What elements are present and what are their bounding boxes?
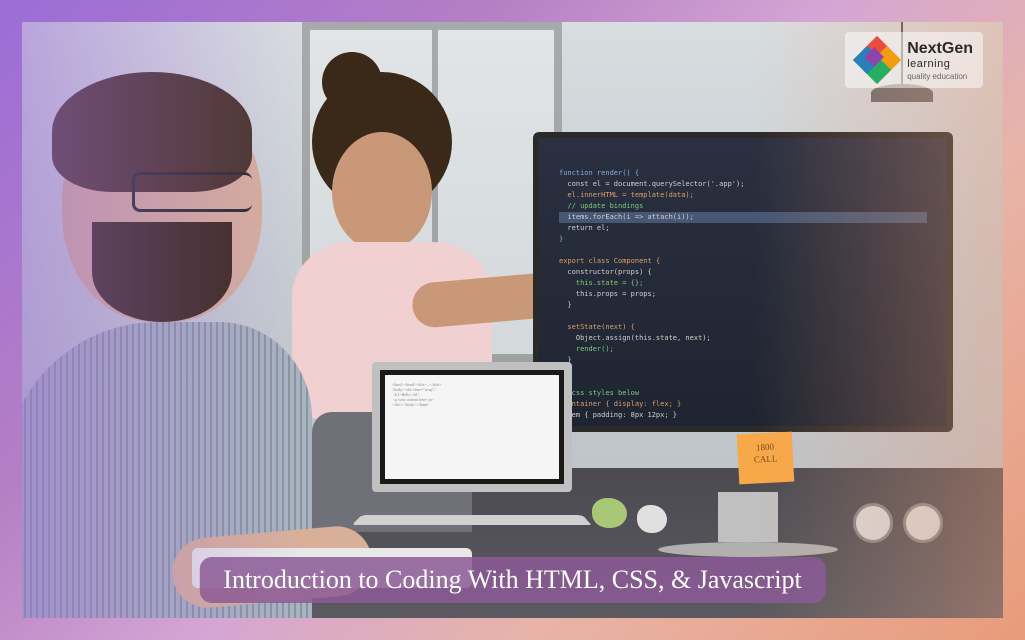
course-title-banner: Introduction to Coding With HTML, CSS, &…: [199, 557, 825, 603]
brand-logo-icon: [855, 38, 899, 82]
gradient-border-frame: function render() { const el = document.…: [0, 0, 1025, 640]
paper-ball-white: [637, 505, 667, 533]
brand-logo: NextGen learning quality education: [845, 32, 983, 88]
course-title: Introduction to Coding With HTML, CSS, &…: [223, 565, 801, 594]
sticky-note: 1800 CALL: [737, 432, 795, 485]
brand-tagline: quality education: [907, 72, 973, 81]
sticky-note-line1: 1800: [756, 442, 774, 453]
sticky-note-line2: CALL: [754, 453, 778, 464]
laptop: <html><head><title>...</title> <body><di…: [372, 362, 582, 512]
headphones-icon: [853, 503, 943, 558]
brand-name: NextGen: [907, 40, 973, 58]
brand-sub: learning: [907, 58, 973, 70]
paper-ball-green: [592, 498, 627, 528]
code-editor-screen: function render() { const el = document.…: [539, 138, 947, 426]
course-hero-photo: function render() { const el = document.…: [22, 22, 1003, 618]
person-man: [22, 42, 312, 618]
